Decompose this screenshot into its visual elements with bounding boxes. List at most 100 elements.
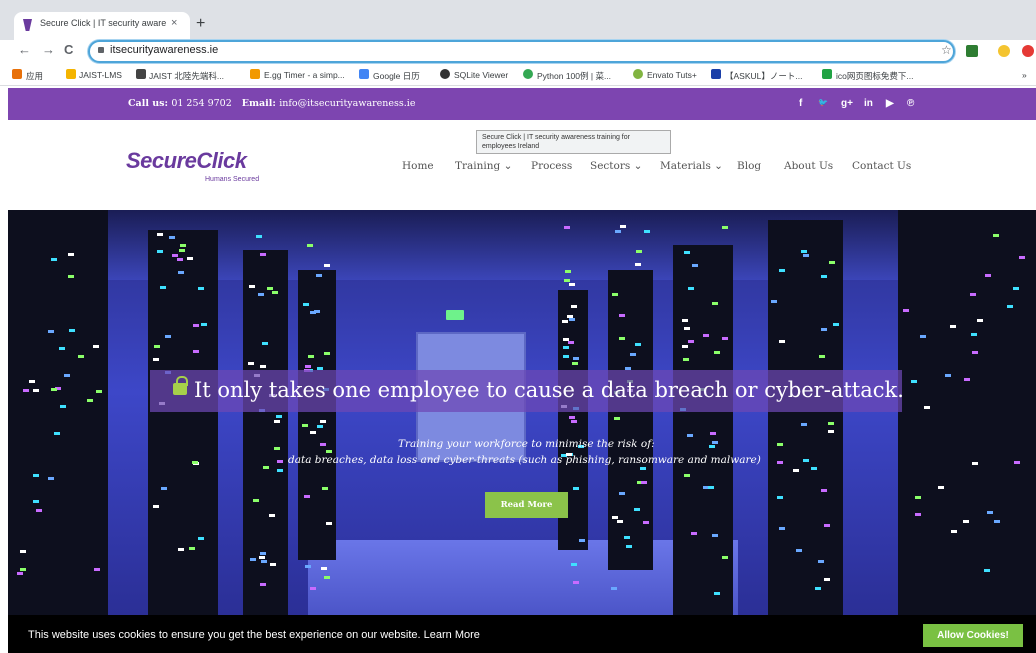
twitter-icon[interactable]: 🐦 xyxy=(818,98,828,107)
server-led xyxy=(247,361,254,365)
bookmark-icon xyxy=(711,69,721,79)
back-icon[interactable]: ← xyxy=(18,42,31,57)
server-led xyxy=(778,339,785,343)
allow-cookies-button[interactable]: Allow Cookies! xyxy=(923,624,1023,647)
server-led xyxy=(93,345,100,349)
bookmark-item[interactable]: Python 100例 | 菜... xyxy=(537,70,611,82)
email-address[interactable]: info@itsecurityawareness.ie xyxy=(279,98,415,109)
server-led xyxy=(248,285,255,289)
extension-icon[interactable] xyxy=(998,45,1010,57)
linkedin-icon[interactable]: in xyxy=(864,98,873,109)
padlock-icon xyxy=(173,376,188,395)
server-led xyxy=(188,546,195,550)
server-led xyxy=(821,274,828,278)
site-logo[interactable]: SecureClick xyxy=(126,148,247,174)
youtube-icon[interactable]: ▶ xyxy=(886,98,894,109)
bookmark-item[interactable]: E.gg Timer - a simp... xyxy=(264,70,345,80)
bookmark-star-icon[interactable]: ☆ xyxy=(941,43,952,57)
server-led xyxy=(615,229,622,233)
server-led xyxy=(828,260,835,264)
nav-process[interactable]: Process xyxy=(531,160,572,172)
nav-sectors[interactable]: Sectors ⌄ xyxy=(590,160,642,172)
phone-number[interactable]: 01 254 9702 xyxy=(171,98,231,109)
bookmark-item[interactable]: SQLite Viewer xyxy=(454,70,508,80)
server-led xyxy=(776,443,783,447)
bookmark-item[interactable]: 【ASKUL】ノート... xyxy=(725,70,802,82)
server-led xyxy=(987,510,994,514)
server-led xyxy=(630,352,637,356)
server-led xyxy=(709,431,716,435)
server-led xyxy=(682,345,689,349)
browser-tab[interactable]: Secure Click | IT security aware xyxy=(14,12,190,40)
server-led xyxy=(815,587,822,591)
bookmark-item[interactable]: Google 日历 xyxy=(373,70,420,82)
nav-about-us[interactable]: About Us xyxy=(784,160,833,172)
server-led xyxy=(1013,460,1020,464)
server-led xyxy=(1012,287,1019,291)
server-led xyxy=(634,508,641,512)
bookmark-icon xyxy=(66,69,76,79)
server-led xyxy=(686,434,693,438)
server-led xyxy=(249,557,256,561)
tab-close-icon[interactable]: × xyxy=(171,17,177,29)
server-led xyxy=(923,405,930,409)
nav-home[interactable]: Home xyxy=(402,160,434,172)
server-led xyxy=(722,555,729,559)
reload-icon[interactable]: C xyxy=(64,42,73,57)
lock-icon xyxy=(98,47,104,53)
server-led xyxy=(275,415,282,419)
forward-icon[interactable]: → xyxy=(42,42,55,57)
shield-extension-icon[interactable] xyxy=(966,45,978,57)
server-led xyxy=(253,498,260,502)
learn-more-link[interactable]: Learn More xyxy=(424,629,480,641)
facebook-icon[interactable]: f xyxy=(799,98,802,109)
server-led xyxy=(258,555,265,559)
url-text[interactable]: itsecurityawareness.ie xyxy=(110,44,218,56)
server-led xyxy=(1007,305,1013,309)
server-led xyxy=(19,550,26,554)
server-led xyxy=(778,268,785,272)
server-led xyxy=(714,351,721,355)
server-led xyxy=(271,291,278,294)
server-led xyxy=(983,568,990,572)
bookmark-item[interactable]: ico网页图标免费下... xyxy=(836,70,913,82)
server-led xyxy=(197,287,204,291)
bookmark-icon xyxy=(440,69,450,79)
server-led xyxy=(573,486,580,490)
bookmark-item[interactable]: Envato Tuts+ xyxy=(647,70,697,80)
server-led xyxy=(274,420,281,424)
nav-contact-us[interactable]: Contact Us xyxy=(852,160,911,172)
server-led xyxy=(23,389,30,393)
nav-training[interactable]: Training ⌄ xyxy=(455,160,512,172)
server-led xyxy=(635,263,642,267)
bookmark-item[interactable]: JAIST 北陸先端科... xyxy=(149,70,224,82)
google-plus-icon[interactable]: g+ xyxy=(841,98,853,109)
server-rack-left xyxy=(148,230,218,615)
server-led xyxy=(562,355,569,359)
server-led xyxy=(779,527,786,531)
server-led xyxy=(172,253,179,257)
server-led xyxy=(321,486,328,490)
more-bookmarks-icon[interactable]: » xyxy=(1022,70,1027,80)
server-led xyxy=(319,442,326,446)
server-led xyxy=(819,354,826,358)
server-led xyxy=(803,254,810,258)
nav-blog[interactable]: Blog xyxy=(737,160,761,172)
nav-materials[interactable]: Materials ⌄ xyxy=(660,160,723,172)
bookmark-item[interactable]: 应用 xyxy=(26,70,43,82)
opera-icon[interactable] xyxy=(1022,45,1034,57)
server-led xyxy=(58,347,65,351)
bookmark-item[interactable]: JAIST-LMS xyxy=(79,70,122,80)
read-more-button[interactable]: Read More xyxy=(485,492,568,518)
server-led xyxy=(702,334,709,338)
server-led xyxy=(818,560,825,564)
pinterest-icon[interactable]: ℗ xyxy=(907,98,914,109)
tab-title: Secure Click | IT security aware xyxy=(40,18,167,28)
server-led xyxy=(573,357,580,361)
server-led xyxy=(618,336,625,340)
new-tab-button[interactable]: + xyxy=(196,15,205,33)
server-led xyxy=(32,473,39,477)
server-led xyxy=(324,575,331,579)
server-led xyxy=(309,430,316,434)
bookmark-icon xyxy=(633,69,643,79)
